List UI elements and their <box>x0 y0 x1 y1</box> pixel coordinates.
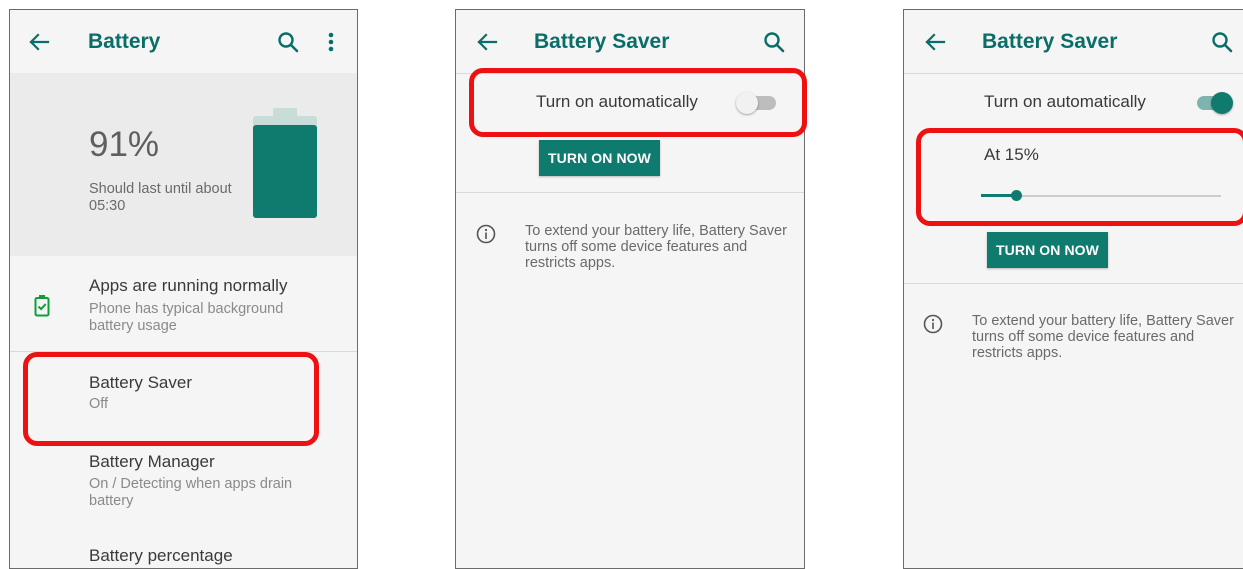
app-bar: Battery Saver <box>456 10 804 73</box>
divider <box>904 283 1243 284</box>
list-item-subtitle: Phone has typical background battery usa… <box>89 301 284 334</box>
back-arrow-icon[interactable] <box>474 30 500 54</box>
list-item-title: Battery Manager <box>89 452 215 471</box>
divider <box>904 73 1243 74</box>
page-title: Battery Saver <box>982 30 1118 53</box>
battery-level-icon <box>253 108 317 218</box>
auto-turn-on-label: Turn on automatically <box>984 92 1146 111</box>
turn-on-now-button[interactable]: TURN ON NOW <box>987 232 1108 268</box>
info-text: To extend your battery life, Battery Sav… <box>972 313 1234 361</box>
info-icon <box>923 314 943 334</box>
app-bar: Battery Saver <box>904 10 1243 73</box>
search-icon[interactable] <box>1210 30 1234 54</box>
battery-estimate: Should last until about 05:30 <box>89 181 232 214</box>
back-arrow-icon[interactable] <box>26 30 52 54</box>
divider <box>456 192 804 193</box>
app-bar: Battery <box>10 10 357 73</box>
back-arrow-icon[interactable] <box>922 30 948 54</box>
info-icon <box>476 224 496 244</box>
battery-percentage: 91% <box>89 125 160 164</box>
info-text: To extend your battery life, Battery Sav… <box>525 223 787 271</box>
battery-summary: 91% Should last until about 05:30 <box>10 73 357 256</box>
search-icon[interactable] <box>762 30 786 54</box>
list-item-title: Apps are running normally <box>89 276 288 295</box>
highlight-box <box>916 128 1243 226</box>
battery-screen: Battery 91% Should last until about 05:3… <box>9 9 358 569</box>
battery-check-icon <box>34 295 50 317</box>
turn-on-now-button[interactable]: TURN ON NOW <box>539 140 660 176</box>
page-title: Battery Saver <box>534 30 670 53</box>
page-title: Battery <box>88 30 161 53</box>
highlight-box <box>469 68 807 137</box>
auto-turn-on-toggle[interactable] <box>1191 91 1233 115</box>
battery-saver-screen-on: Battery Saver Turn on automatically At 1… <box>903 9 1243 569</box>
list-item-subtitle: On / Detecting when apps drain battery <box>89 476 293 509</box>
search-icon[interactable] <box>276 30 300 54</box>
more-vert-icon[interactable] <box>326 30 336 54</box>
list-item-title: Battery percentage <box>89 546 233 565</box>
highlight-box <box>23 352 319 446</box>
